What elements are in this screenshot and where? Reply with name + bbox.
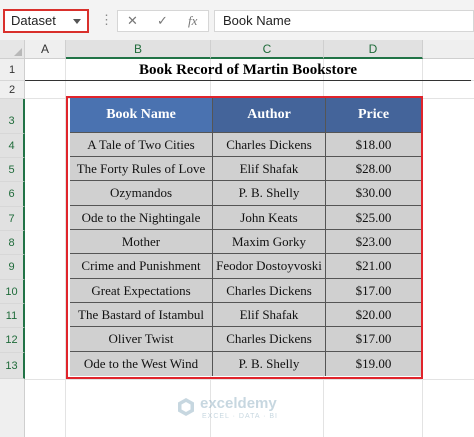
author-cell[interactable]: P. B. Shelly: [213, 181, 326, 206]
author-cell[interactable]: Feodor Dostoyvoski: [213, 254, 326, 279]
author-cell[interactable]: Elif Shafak: [213, 157, 326, 181]
book-name-cell[interactable]: Oliver Twist: [70, 327, 213, 352]
formula-input[interactable]: Book Name: [214, 10, 474, 32]
row-header-13[interactable]: 13: [0, 353, 25, 379]
table-row: Ode to the West Wind P. B. Shelly $19.00: [70, 352, 421, 376]
row-header-7[interactable]: 7: [0, 207, 25, 231]
select-all-icon: [14, 48, 22, 56]
exceldemy-watermark: exceldemy EXCEL · DATA · BI: [176, 394, 336, 424]
price-cell[interactable]: $18.00: [326, 133, 421, 157]
table-row: Oliver Twist Charles Dickens $17.00: [70, 327, 421, 352]
book-name-cell[interactable]: Ode to the Nightingale: [70, 206, 213, 230]
price-cell[interactable]: $17.00: [326, 327, 421, 352]
table-row: The Forty Rules of Love Elif Shafak $28.00: [70, 157, 421, 181]
price-cell[interactable]: $28.00: [326, 157, 421, 181]
select-all-button[interactable]: [0, 40, 25, 59]
name-box-value: Dataset: [11, 13, 56, 28]
column-header-d[interactable]: D: [324, 40, 423, 59]
price-cell[interactable]: $21.00: [326, 254, 421, 279]
book-name-cell[interactable]: A Tale of Two Cities: [70, 133, 213, 157]
author-cell[interactable]: Charles Dickens: [213, 279, 326, 303]
author-cell[interactable]: Elif Shafak: [213, 303, 326, 327]
column-header-e[interactable]: [423, 40, 474, 59]
price-cell[interactable]: $25.00: [326, 206, 421, 230]
author-cell[interactable]: John Keats: [213, 206, 326, 230]
price-cell[interactable]: $20.00: [326, 303, 421, 327]
author-cell[interactable]: Maxim Gorky: [213, 230, 326, 254]
chevron-down-icon[interactable]: [73, 19, 81, 24]
book-name-cell[interactable]: Ozymandos: [70, 181, 213, 206]
name-box[interactable]: Dataset: [3, 9, 89, 33]
row-header-12[interactable]: 12: [0, 328, 25, 353]
watermark-name: exceldemy: [200, 395, 277, 412]
book-name-cell[interactable]: Mother: [70, 230, 213, 254]
author-cell[interactable]: P. B. Shelly: [213, 352, 326, 376]
row-header-blank: [0, 379, 25, 437]
row-header-6[interactable]: 6: [0, 182, 25, 207]
row-header-11[interactable]: 11: [0, 304, 25, 328]
table-row: Mother Maxim Gorky $23.00: [70, 230, 421, 254]
book-table: Book Name Author Price A Tale of Two Cit…: [66, 96, 423, 379]
exceldemy-logo-icon: [178, 398, 194, 416]
price-cell[interactable]: $17.00: [326, 279, 421, 303]
grid-line: [25, 379, 474, 380]
price-cell[interactable]: $19.00: [326, 352, 421, 376]
book-name-cell[interactable]: Ode to the West Wind: [70, 352, 213, 376]
table-row: The Bastard of Istambul Elif Shafak $20.00: [70, 303, 421, 327]
price-cell[interactable]: $23.00: [326, 230, 421, 254]
table-row: Great Expectations Charles Dickens $17.00: [70, 279, 421, 303]
book-name-cell[interactable]: The Forty Rules of Love: [70, 157, 213, 181]
header-author[interactable]: Author: [213, 98, 326, 133]
table-row: Ozymandos P. B. Shelly $30.00: [70, 181, 421, 206]
insert-function-icon[interactable]: fx: [188, 13, 197, 29]
author-cell[interactable]: Charles Dickens: [213, 133, 326, 157]
book-name-cell[interactable]: Great Expectations: [70, 279, 213, 303]
column-header-b[interactable]: B: [66, 40, 211, 59]
watermark-tagline: EXCEL · DATA · BI: [202, 413, 278, 420]
row-header-9[interactable]: 9: [0, 255, 25, 280]
row-header-10[interactable]: 10: [0, 280, 25, 304]
formula-buttons: ✕ ✓ fx: [117, 10, 209, 32]
book-name-cell[interactable]: Crime and Punishment: [70, 254, 213, 279]
column-header-c[interactable]: C: [211, 40, 324, 59]
header-price[interactable]: Price: [326, 98, 421, 133]
row-header-5[interactable]: 5: [0, 158, 25, 182]
cancel-icon[interactable]: ✕: [127, 13, 138, 29]
more-options-icon[interactable]: ⋮: [100, 12, 113, 28]
enter-icon[interactable]: ✓: [157, 13, 168, 29]
header-book-name[interactable]: Book Name: [70, 98, 213, 133]
sheet-title[interactable]: Book Record of Martin Bookstore: [25, 59, 471, 81]
row-header-4[interactable]: 4: [0, 134, 25, 158]
row-header-2[interactable]: 2: [0, 81, 25, 99]
author-cell[interactable]: Charles Dickens: [213, 327, 326, 352]
table-row: Ode to the Nightingale John Keats $25.00: [70, 206, 421, 230]
table-row: Crime and Punishment Feodor Dostoyvoski $2…: [70, 254, 421, 279]
row-header-8[interactable]: 8: [0, 231, 25, 255]
row-header-1[interactable]: 1: [0, 59, 25, 81]
book-name-cell[interactable]: The Bastard of Istambul: [70, 303, 213, 327]
price-cell[interactable]: $30.00: [326, 181, 421, 206]
column-header-a[interactable]: A: [25, 40, 66, 59]
table-row: A Tale of Two Cities Charles Dickens $18.0…: [70, 133, 421, 157]
row-header-3[interactable]: 3: [0, 99, 25, 134]
table-header-row: Book Name Author Price: [70, 98, 421, 133]
formula-bar-area: Dataset ⋮ ✕ ✓ fx Book Name: [0, 0, 474, 40]
